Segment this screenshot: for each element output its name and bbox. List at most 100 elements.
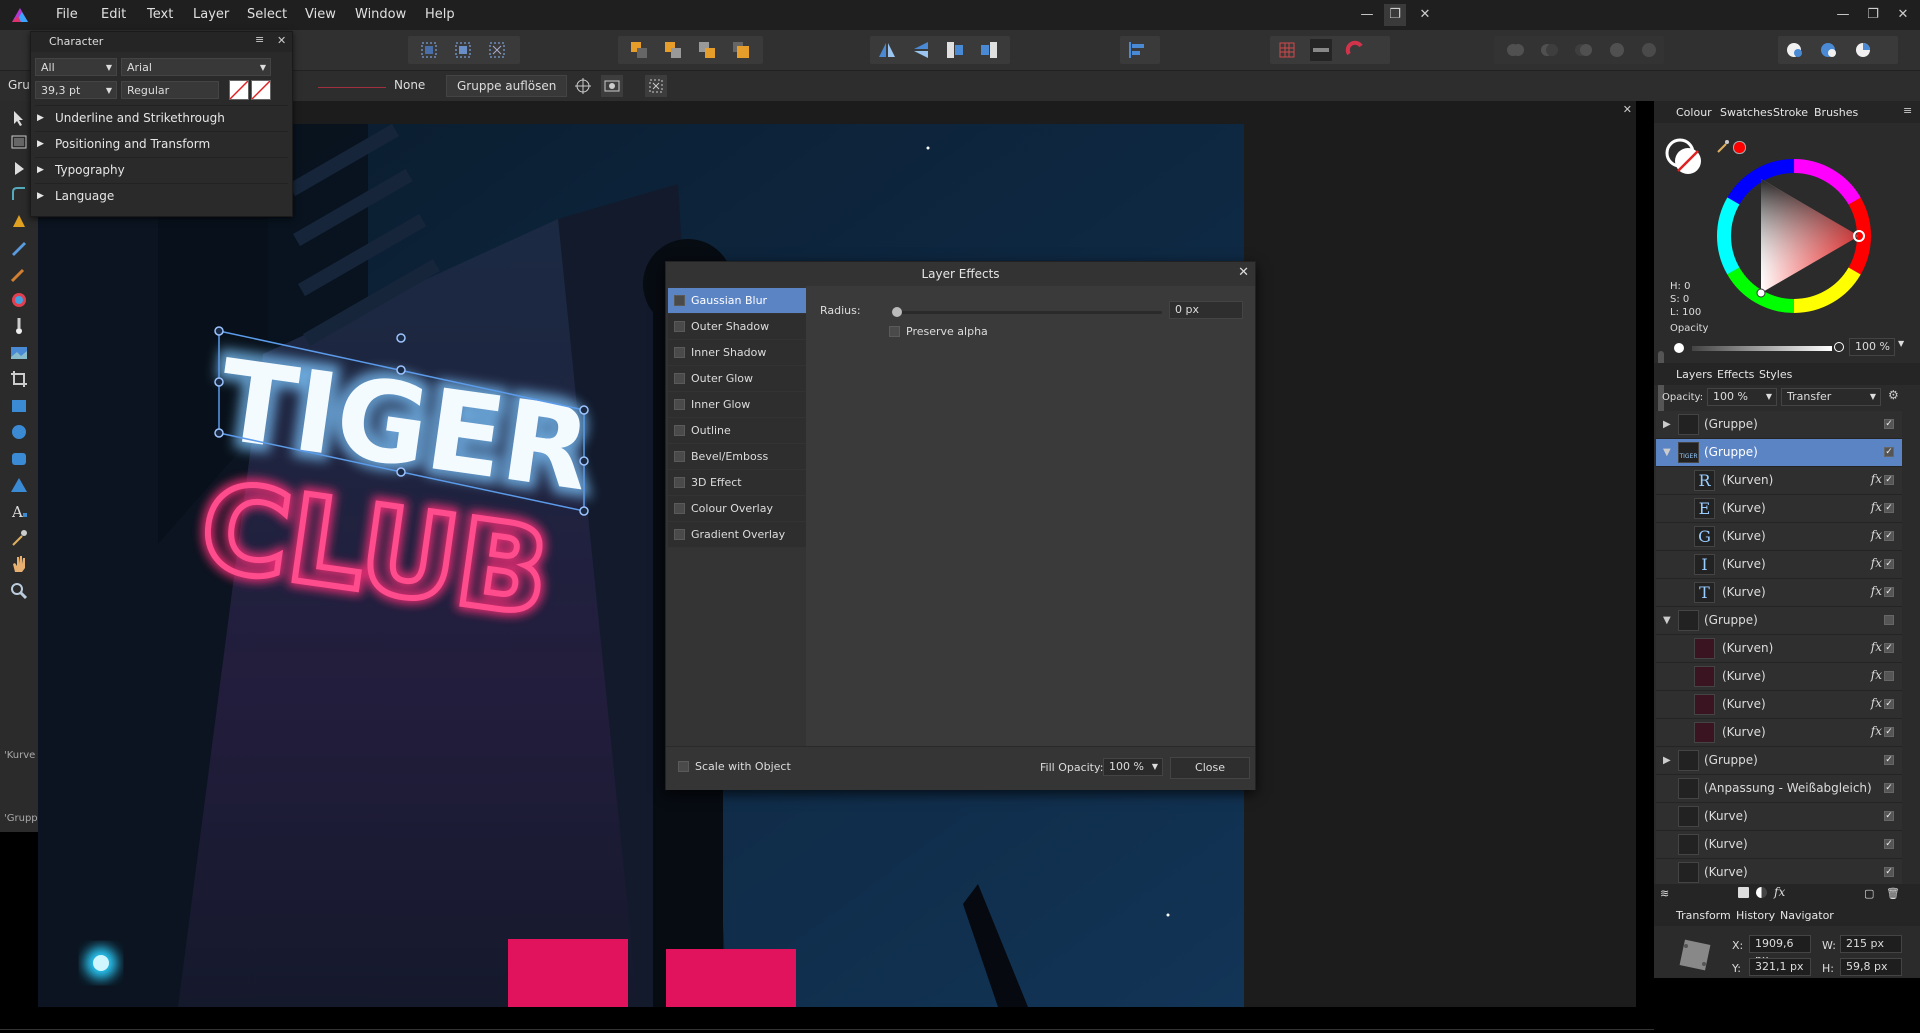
boolean-xor-icon[interactable] bbox=[1606, 39, 1628, 61]
checkbox-icon[interactable] bbox=[674, 424, 685, 436]
preserve-alpha-checkbox[interactable]: Preserve alpha bbox=[883, 325, 988, 339]
mask-layer-icon[interactable] bbox=[1738, 887, 1749, 898]
layer-fx-icon[interactable]: fx bbox=[1871, 724, 1882, 738]
layer-row[interactable]: I (Kurve) fx ✓ bbox=[1656, 551, 1902, 579]
zoom-tool-icon[interactable] bbox=[9, 581, 29, 601]
layer-visibility-checkbox[interactable]: ✓ bbox=[1884, 447, 1894, 457]
boolean-add-icon[interactable] bbox=[1504, 39, 1526, 61]
layer-visibility-checkbox[interactable]: ✓ bbox=[1884, 475, 1894, 485]
app-close-icon[interactable]: ✕ bbox=[1892, 4, 1914, 26]
menu-select[interactable]: Select bbox=[247, 7, 287, 22]
w-input[interactable]: 215 px bbox=[1840, 935, 1902, 953]
select-all-icon[interactable] bbox=[418, 39, 440, 61]
invert-selection-icon[interactable] bbox=[486, 39, 508, 61]
move-to-front-icon[interactable] bbox=[730, 39, 752, 61]
app-logo-icon[interactable] bbox=[10, 6, 30, 24]
dialog-close-icon[interactable]: ✕ bbox=[1238, 265, 1249, 280]
layer-row[interactable]: (Kurve) ✓ bbox=[1656, 859, 1902, 884]
doc-minimize-icon[interactable]: — bbox=[1356, 4, 1378, 26]
layer-visibility-checkbox[interactable]: ✓ bbox=[1884, 839, 1894, 849]
current-color-swatch[interactable] bbox=[1733, 141, 1746, 154]
rounded-rectangle-tool-icon[interactable] bbox=[9, 449, 29, 469]
layer-opacity-select[interactable]: 100 % ▼ bbox=[1707, 388, 1777, 406]
tab-swatches[interactable]: Swatches bbox=[1720, 106, 1773, 119]
view-tool-hand-icon[interactable] bbox=[9, 554, 29, 574]
section-language[interactable]: ▶ Language bbox=[35, 183, 288, 209]
pen-tool-icon[interactable] bbox=[9, 211, 29, 231]
effect-item[interactable]: 3D Effect bbox=[668, 470, 806, 496]
transform-mode-icon[interactable] bbox=[645, 75, 667, 97]
radius-input[interactable]: 0 px bbox=[1169, 301, 1243, 319]
tab-styles[interactable]: Styles bbox=[1759, 368, 1792, 381]
rotate-left-icon[interactable] bbox=[944, 39, 966, 61]
layer-visibility-checkbox[interactable]: ✓ bbox=[1884, 559, 1894, 569]
pencil-tool-icon[interactable] bbox=[9, 237, 29, 257]
layer-fx-icon[interactable]: fx bbox=[1871, 556, 1882, 570]
fx-icon[interactable]: fx bbox=[1774, 885, 1785, 899]
snapping-magnet-icon[interactable] bbox=[1344, 39, 1366, 61]
effect-item[interactable]: Bevel/Emboss bbox=[668, 444, 806, 470]
app-minimize-icon[interactable]: — bbox=[1832, 4, 1854, 26]
delete-layer-icon[interactable]: 🗑 bbox=[1886, 887, 1900, 900]
select-none-icon[interactable] bbox=[452, 39, 474, 61]
anchor-point-selector-icon[interactable] bbox=[1676, 936, 1714, 974]
font-collection-select[interactable]: All ▼ bbox=[35, 58, 117, 76]
move-forward-one-icon[interactable] bbox=[696, 39, 718, 61]
opacity-input[interactable]: 100 % bbox=[1849, 338, 1895, 356]
fill-tool-icon[interactable] bbox=[9, 290, 29, 310]
gear-icon[interactable]: ⚙ bbox=[1888, 388, 1899, 402]
layer-visibility-checkbox[interactable]: ✓ bbox=[1884, 727, 1894, 737]
checkbox-icon[interactable] bbox=[674, 450, 685, 462]
menu-view[interactable]: View bbox=[305, 7, 336, 22]
layer-visibility-checkbox[interactable]: ✓ bbox=[1884, 419, 1894, 429]
node-tool-icon[interactable] bbox=[9, 159, 29, 179]
layer-row[interactable]: T (Kurve) fx ✓ bbox=[1656, 579, 1902, 607]
tab-history[interactable]: History bbox=[1736, 909, 1775, 922]
guides-icon[interactable] bbox=[1310, 39, 1332, 61]
corner-tool-icon[interactable] bbox=[9, 184, 29, 204]
checkbox-icon[interactable] bbox=[674, 320, 685, 332]
expand-down-icon[interactable]: ▼ bbox=[1663, 447, 1671, 458]
transform-origin-icon[interactable] bbox=[572, 75, 594, 97]
grid-icon[interactable] bbox=[1276, 39, 1298, 61]
layer-stack-icon[interactable]: ≋ bbox=[1660, 887, 1669, 900]
align-icon[interactable] bbox=[1126, 39, 1148, 61]
menu-file[interactable]: File bbox=[56, 7, 78, 22]
layer-row[interactable]: E (Kurve) fx ✓ bbox=[1656, 495, 1902, 523]
layer-row[interactable]: (Kurve) fx ✓ bbox=[1656, 719, 1902, 747]
opacity-slider-thumb[interactable] bbox=[1834, 342, 1844, 352]
checkbox-icon[interactable] bbox=[674, 502, 685, 514]
blend-mode-select[interactable]: Transfer ▼ bbox=[1781, 388, 1881, 406]
layer-fx-icon[interactable]: fx bbox=[1871, 584, 1882, 598]
section-typography[interactable]: ▶ Typography bbox=[35, 157, 288, 183]
layer-visibility-checkbox[interactable] bbox=[1884, 671, 1894, 681]
boolean-subtract-icon[interactable] bbox=[1538, 39, 1560, 61]
close-document-icon[interactable]: ✕ bbox=[1623, 103, 1632, 116]
stroke-style-none[interactable]: None bbox=[394, 78, 425, 92]
effect-item[interactable]: Outer Shadow bbox=[668, 314, 806, 340]
scale-with-object-checkbox[interactable]: Scale with Object bbox=[672, 760, 791, 774]
app-restore-icon[interactable]: ❐ bbox=[1862, 4, 1884, 26]
layer-visibility-checkbox[interactable]: ✓ bbox=[1884, 503, 1894, 513]
panel-menu-icon[interactable]: ≡ bbox=[255, 33, 264, 46]
font-family-select[interactable]: Arial ▼ bbox=[121, 58, 271, 76]
close-button[interactable]: Close bbox=[1170, 757, 1250, 779]
place-image-tool-icon[interactable] bbox=[9, 343, 29, 363]
boolean-intersect-icon[interactable] bbox=[1572, 39, 1594, 61]
flip-horizontal-icon[interactable] bbox=[876, 39, 898, 61]
vector-brush-tool-icon[interactable] bbox=[9, 264, 29, 284]
font-style-select[interactable]: Regular bbox=[121, 81, 219, 99]
move-to-back-icon[interactable] bbox=[628, 39, 650, 61]
artistic-text-tool-icon[interactable]: A bbox=[9, 501, 29, 521]
layer-row[interactable]: R (Kurven) fx ✓ bbox=[1656, 467, 1902, 495]
effect-item[interactable]: Gradient Overlay bbox=[668, 522, 806, 548]
move-back-one-icon[interactable] bbox=[662, 39, 684, 61]
chevron-down-icon[interactable]: ▼ bbox=[1898, 339, 1904, 348]
flip-vertical-icon[interactable] bbox=[910, 39, 932, 61]
insert-top-icon[interactable] bbox=[1852, 39, 1874, 61]
x-input[interactable]: 1909,6 px bbox=[1749, 935, 1811, 966]
colour-wheel[interactable] bbox=[1714, 156, 1874, 316]
effect-item[interactable]: Gaussian Blur bbox=[668, 288, 806, 314]
panel-menu-icon[interactable]: ≡ bbox=[1903, 104, 1912, 117]
checkbox-icon[interactable] bbox=[674, 294, 685, 306]
